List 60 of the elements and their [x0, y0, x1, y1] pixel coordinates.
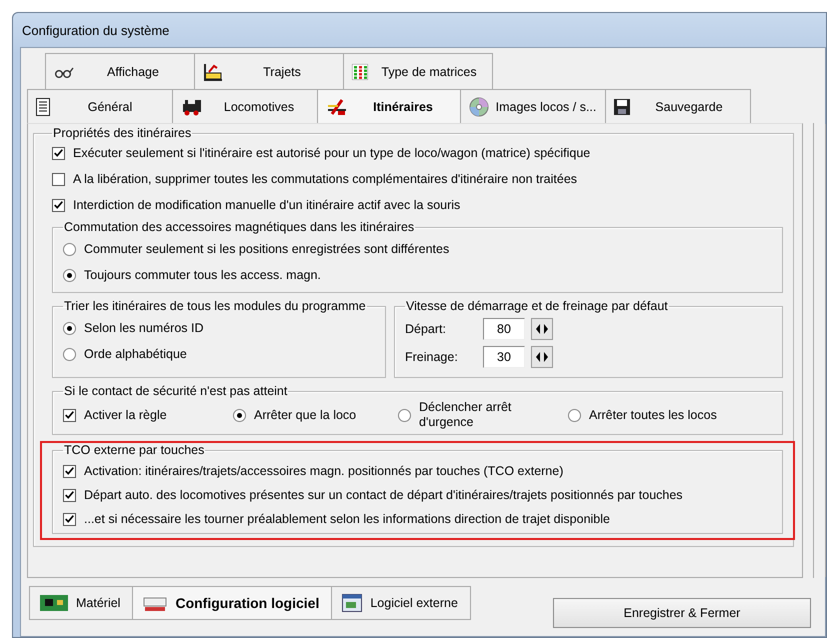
radio-button[interactable]: [63, 322, 76, 334]
checkbox-label: Activation: itinéraires/trajets/accessoires magn. positionnés par touches (TCO externe): [84, 464, 564, 478]
window-icon: [342, 594, 362, 612]
radio-button[interactable]: [63, 242, 76, 256]
group-title: Vitesse de démarrage et de freinage par défaut: [405, 299, 669, 313]
checkbox[interactable]: [52, 198, 65, 212]
grid-icon: [352, 64, 368, 80]
group-title: Commutation des accessoires magnétiques dans les itinéraires: [63, 220, 416, 234]
tab[interactable]: Matériel: [29, 586, 134, 620]
spin-buttons[interactable]: [531, 346, 553, 368]
checkbox[interactable]: [63, 512, 76, 526]
floppy-icon: [614, 98, 630, 114]
group-title: Propriétés des itinéraires: [52, 126, 192, 140]
document-icon: [36, 98, 50, 116]
tab[interactable]: Affichage: [45, 53, 195, 89]
radio-button[interactable]: [398, 408, 411, 422]
radio-label: Selon les numéros ID: [84, 321, 204, 335]
radio-button[interactable]: [63, 348, 76, 360]
field-label: Freinage:: [405, 350, 459, 364]
checkbox[interactable]: [63, 408, 76, 422]
disc-icon: [469, 96, 489, 116]
tab[interactable]: Configuration logiciel: [132, 586, 332, 620]
checkbox-label: Exécuter seulement si l'itinéraire est autorisé pour un type de loco/wagon (matrice) spécifique: [73, 146, 590, 160]
radio-label: Commuter seulement si les positions enregistrées sont différentes: [84, 242, 450, 256]
tab[interactable]: Itinéraires: [317, 89, 461, 123]
locomotive-icon: [181, 98, 203, 116]
radio-label: Orde alphabétique: [84, 347, 187, 361]
tab[interactable]: Général: [27, 89, 173, 123]
checkbox-label: A la libération, supprimer toutes les commutations complémentaires d'itinéraire non traitées: [73, 172, 578, 186]
group-title: TCO externe par touches: [63, 443, 206, 457]
route-icon: [326, 98, 348, 116]
field-label: Départ:: [405, 322, 447, 336]
tab[interactable]: Sauvegarde: [605, 89, 751, 123]
radio-label: Arrêter que la loco: [254, 408, 358, 422]
checkbox-label: Départ auto. des locomotives présentes sur un contact de départ d'itinéraires/trajets positionnés par touches: [84, 488, 683, 502]
checkbox[interactable]: [52, 172, 65, 186]
radio-label: Arrêter toutes les locos: [589, 408, 717, 422]
tab[interactable]: Type de matrices: [343, 53, 493, 89]
window-title: Configuration du système: [22, 22, 170, 38]
checkbox-label: Interdiction de modification manuelle d'un itinéraire actif avec la souris: [73, 198, 460, 212]
radio-label: Déclencher arrêt d'urgence: [419, 400, 512, 430]
circuit-board-icon: [40, 595, 68, 611]
radio-label: Toujours commuter tous les access. magn.: [84, 268, 321, 282]
radio-button[interactable]: [63, 268, 76, 282]
checkbox[interactable]: [52, 146, 65, 160]
group-title: Si le contact de sécurité n'est pas atteint: [63, 384, 288, 398]
chart-icon: [203, 62, 223, 80]
spin-buttons[interactable]: [531, 318, 553, 340]
checkbox-label: Activer la règle: [84, 408, 167, 422]
radio-button[interactable]: [233, 408, 246, 422]
group-title: Trier les itinéraires de tous les modules du programme: [63, 299, 367, 313]
number-field[interactable]: 80: [483, 318, 525, 340]
glasses-icon: [54, 66, 74, 78]
checkbox[interactable]: [63, 464, 76, 478]
number-field[interactable]: 30: [483, 346, 525, 368]
checkbox[interactable]: [63, 488, 76, 502]
checkbox-label: ...et si nécessaire les tourner préalablement selon les informations direction de trajet disponible: [84, 512, 610, 526]
tab[interactable]: Logiciel externe: [331, 586, 472, 620]
save-button[interactable]: Enregistrer & Fermer: [553, 598, 811, 628]
radio-button[interactable]: [568, 408, 581, 422]
